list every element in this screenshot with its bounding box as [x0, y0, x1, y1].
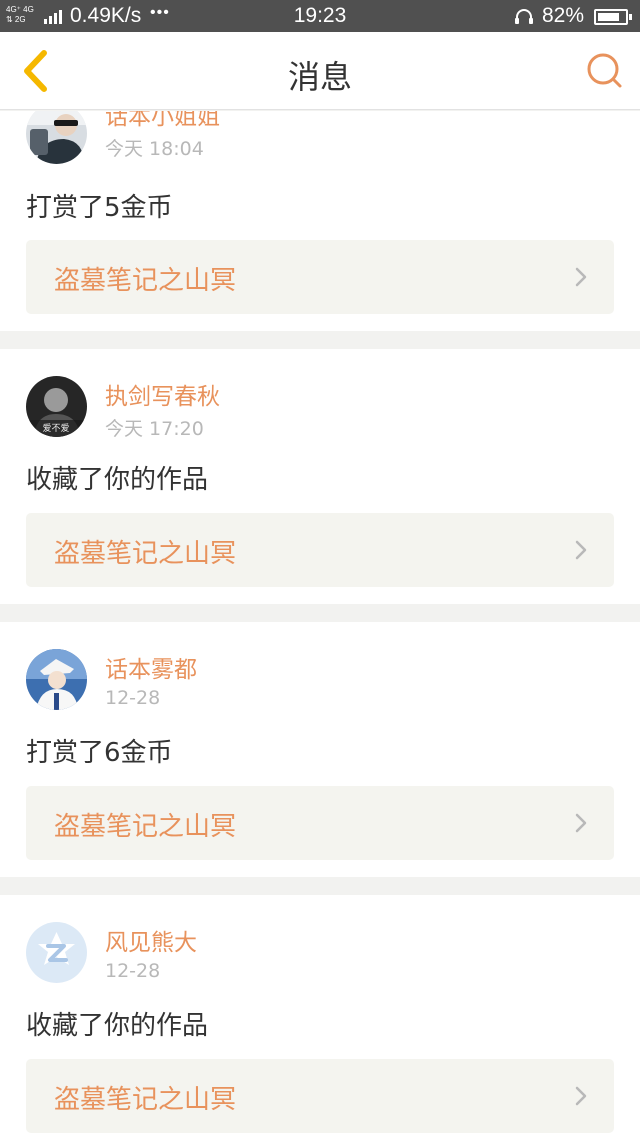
message-card: 风见熊大 12-28 收藏了你的作品 盗墓笔记之山冥: [0, 895, 640, 1138]
search-icon: [587, 53, 622, 88]
work-title: 盗墓笔记之山冥: [54, 539, 237, 569]
chevron-right-icon: [575, 813, 587, 833]
avatar-caption: 爱不爱: [42, 423, 69, 434]
work-link[interactable]: 盗墓笔记之山冥: [26, 1059, 614, 1133]
chevron-right-icon: [575, 540, 587, 560]
message-time: 12-28: [105, 687, 161, 709]
message-text: 收藏了你的作品: [26, 1011, 209, 1041]
header: 消息: [0, 32, 640, 110]
headphone-icon: [515, 9, 533, 24]
message-time: 今天 18:04: [105, 138, 204, 160]
user-name[interactable]: 话本雾都: [105, 650, 197, 684]
message-card: 话本雾都 12-28 打赏了6金币 盗墓笔记之山冥: [0, 622, 640, 877]
chevron-right-icon: [575, 1086, 587, 1106]
work-title: 盗墓笔记之山冥: [54, 1085, 237, 1115]
message-list[interactable]: 话本小姐姐 今天 18:04 打赏了5金币 盗墓笔记之山冥 爱不爱 执剑写春秋 …: [0, 111, 640, 1138]
user-name[interactable]: 执剑写春秋: [105, 377, 220, 411]
message-card: 话本小姐姐 今天 18:04 打赏了5金币 盗墓笔记之山冥: [0, 111, 640, 331]
work-title: 盗墓笔记之山冥: [54, 812, 237, 842]
status-bar: 4G⁺ 4G ⇅ 2G 0.49K/s ••• 19:23 82%: [0, 0, 640, 32]
avatar[interactable]: 爱不爱: [26, 376, 87, 437]
page-title: 消息: [287, 58, 352, 96]
user-name[interactable]: 话本小姐姐: [105, 111, 220, 131]
message-card: 爱不爱 执剑写春秋 今天 17:20 收藏了你的作品 盗墓笔记之山冥: [0, 349, 640, 604]
user-name[interactable]: 风见熊大: [105, 923, 197, 957]
message-text: 打赏了5金币: [26, 193, 173, 223]
avatar[interactable]: [26, 649, 87, 710]
avatar[interactable]: [26, 922, 87, 983]
avatar[interactable]: [26, 111, 87, 164]
message-text: 打赏了6金币: [26, 738, 173, 768]
message-text: 收藏了你的作品: [26, 465, 209, 495]
message-time: 今天 17:20: [105, 418, 204, 440]
battery-icon: [594, 9, 632, 25]
work-link[interactable]: 盗墓笔记之山冥: [26, 240, 614, 314]
message-time: 12-28: [105, 960, 161, 982]
search-button[interactable]: [580, 48, 630, 94]
work-link[interactable]: 盗墓笔记之山冥: [26, 786, 614, 860]
chevron-right-icon: [575, 267, 587, 287]
work-title: 盗墓笔记之山冥: [54, 266, 237, 296]
battery-percent: 82%: [542, 4, 585, 27]
work-link[interactable]: 盗墓笔记之山冥: [26, 513, 614, 587]
